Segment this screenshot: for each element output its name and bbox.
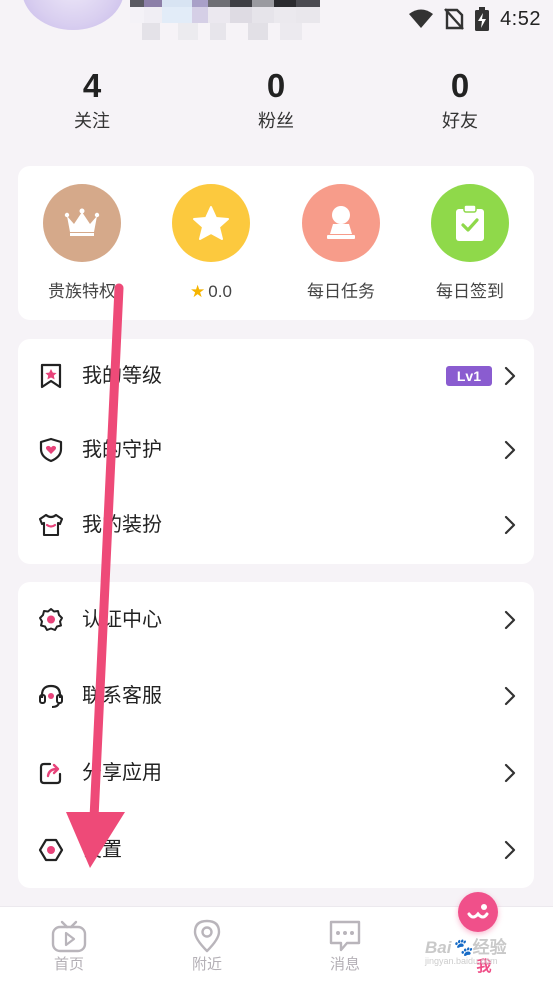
menu-label: 我的等级 [82, 365, 162, 387]
stat-label: 关注 [74, 111, 110, 131]
stat-label: 好友 [442, 111, 478, 131]
quick-actions-card: 贵族特权 ★ 0.0 每日任务 每日签到 [18, 166, 534, 320]
tab-label: 附近 [191, 956, 222, 973]
menu-my-level[interactable]: 我的等级 Lv1 [18, 339, 534, 415]
wifi-icon [409, 9, 434, 28]
badge-gear-icon [39, 608, 63, 631]
crown-icon [43, 184, 121, 262]
stat-value: 0 [450, 67, 470, 104]
level-bookmark-icon [40, 363, 62, 389]
menu-group-general: 认证中心 联系客服 分享应用 设置 [18, 582, 534, 888]
status-time: 4:52 [500, 7, 541, 30]
small-star-icon: ★ [190, 282, 206, 301]
header: 4:52 [0, 0, 553, 44]
tv-icon [51, 920, 87, 953]
task-person-icon [302, 184, 380, 262]
watermark-text: Bai [425, 938, 452, 957]
chevron-right-icon [504, 763, 516, 783]
level-badge: Lv1 [445, 366, 492, 386]
tab-label: 消息 [329, 956, 360, 973]
no-sim-icon [444, 8, 464, 30]
quick-label: 贵族特权 [48, 282, 116, 301]
stat-value: 4 [82, 67, 102, 104]
menu-group-profile: 我的等级 Lv1 我的守护 我的装扮 [18, 339, 534, 564]
quick-daily-task[interactable]: 每日任务 [281, 184, 401, 304]
chevron-right-icon [504, 840, 516, 860]
status-icons: 4:52 [408, 6, 541, 32]
stat-friends[interactable]: 0 好友 [400, 66, 520, 136]
menu-label: 联系客服 [82, 685, 162, 707]
quick-label: 每日签到 [436, 282, 504, 301]
share-icon [39, 762, 62, 785]
stat-value: 0 [266, 67, 286, 104]
tab-nearby[interactable]: 附近 [147, 907, 267, 983]
tab-home[interactable]: 首页 [9, 907, 129, 983]
battery-charging-icon [475, 7, 490, 31]
stat-label: 粉丝 [258, 111, 294, 131]
watermark: Bai🐾经验 jingyan.baidu.com [425, 938, 507, 966]
chevron-right-icon [504, 686, 516, 706]
menu-label: 我的守护 [82, 439, 162, 461]
menu-label: 分享应用 [82, 762, 162, 784]
star-icon [172, 184, 250, 262]
tab-label: 首页 [53, 956, 84, 973]
menu-verification-center[interactable]: 认证中心 [18, 583, 534, 659]
chevron-right-icon [504, 440, 516, 460]
menu-settings[interactable]: 设置 [18, 813, 534, 889]
chevron-right-icon [504, 515, 516, 535]
watermark-sub: jingyan.baidu.com [425, 956, 498, 966]
stat-following[interactable]: 4 关注 [32, 66, 152, 136]
shirt-icon [38, 513, 64, 537]
avatar[interactable] [22, 0, 124, 30]
menu-my-guardian[interactable]: 我的守护 [18, 413, 534, 489]
quick-label: 0.0 [208, 282, 232, 301]
quick-stars[interactable]: ★ 0.0 [151, 184, 271, 304]
menu-my-dressup[interactable]: 我的装扮 [18, 488, 534, 564]
checkin-clipboard-icon [431, 184, 509, 262]
menu-label: 设置 [82, 839, 122, 861]
location-pin-icon [193, 919, 221, 953]
blurred-username [130, 0, 330, 44]
quick-label: 每日任务 [307, 282, 375, 301]
quick-daily-checkin[interactable]: 每日签到 [410, 184, 530, 304]
chevron-right-icon [504, 366, 516, 386]
stat-fans[interactable]: 0 粉丝 [216, 66, 336, 136]
quick-label-wrap: ★ 0.0 [151, 280, 271, 304]
headset-icon [39, 684, 63, 708]
menu-contact-support[interactable]: 联系客服 [18, 659, 534, 735]
chevron-right-icon [504, 610, 516, 630]
menu-label: 认证中心 [82, 609, 162, 631]
me-icon[interactable] [458, 892, 498, 932]
chat-bubble-icon [329, 920, 361, 952]
paw-icon: 🐾 [451, 938, 473, 957]
settings-hexagon-icon [38, 838, 64, 862]
profile-stats: 4 关注 0 粉丝 0 好友 [0, 66, 553, 146]
menu-label: 我的装扮 [82, 514, 162, 536]
menu-share-app[interactable]: 分享应用 [18, 736, 534, 812]
tab-messages[interactable]: 消息 [285, 907, 405, 983]
shield-heart-icon [39, 437, 63, 463]
quick-noble-privilege[interactable]: 贵族特权 [22, 184, 142, 304]
